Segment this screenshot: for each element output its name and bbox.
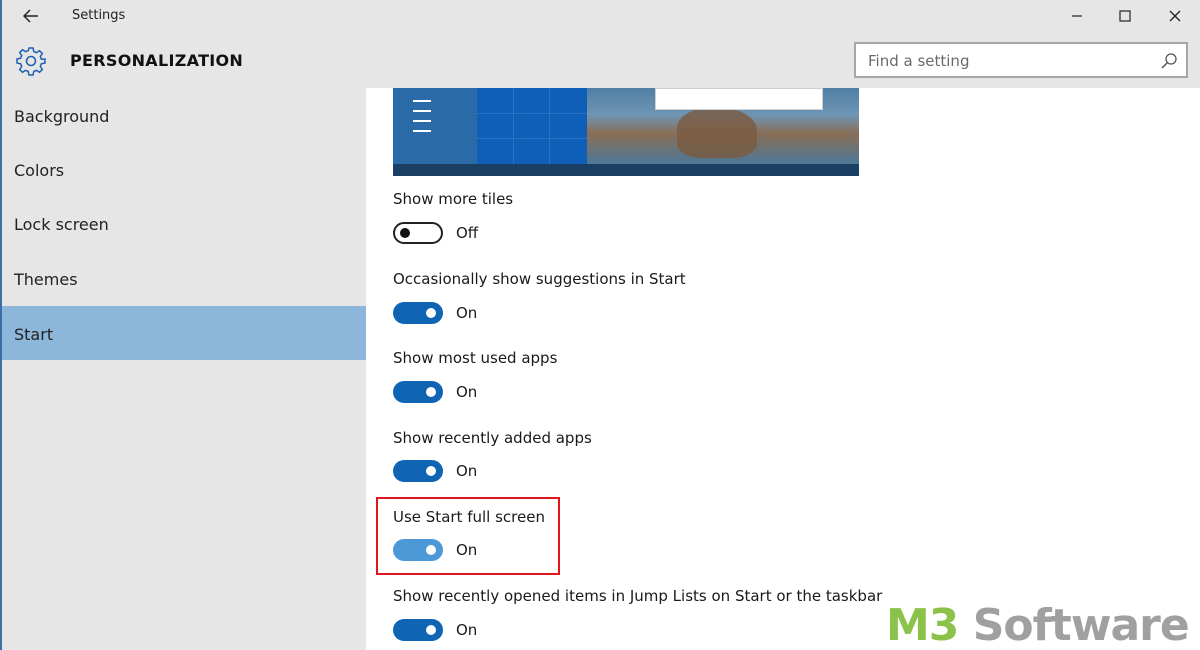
sidebar-item-background[interactable]: Background [2,88,366,142]
settings-content: Show more tiles Off Occasionally show su… [366,88,1200,650]
close-icon [1169,10,1181,22]
suggestions-toggle[interactable] [393,302,443,324]
preview-start-pane [393,88,477,164]
watermark-software: Software [958,600,1190,650]
jump-lists-toggle[interactable] [393,619,443,641]
back-button[interactable] [16,4,46,28]
start-preview-image [393,88,859,176]
setting-recently-added-label: Show recently added apps [393,429,592,447]
settings-window: Settings PERSONALIZATION Find a setting … [0,0,1200,650]
setting-show-more-tiles-label: Show more tiles [393,190,514,208]
sidebar-item-themes[interactable]: Themes [2,251,366,305]
setting-jump-lists-label: Show recently opened items in Jump Lists… [393,587,883,605]
search-placeholder: Find a setting [868,52,970,70]
maximize-button[interactable] [1100,0,1150,32]
close-button[interactable] [1150,0,1200,32]
hamburger-icon [413,100,431,102]
toggle-state: On [456,541,478,559]
app-title: Settings [72,8,126,23]
maximize-icon [1119,10,1131,22]
sidebar: Background Colors Lock screen Themes Sta… [2,88,366,650]
toggle-state: On [456,304,478,322]
watermark-logo: M3 Software [886,600,1190,650]
watermark-m3: M3 [886,600,959,650]
search-input[interactable]: Find a setting [854,42,1188,78]
setting-full-screen-label: Use Start full screen [393,508,545,526]
toggle-state: On [456,462,478,480]
setting-most-used-label: Show most used apps [393,349,558,367]
sidebar-item-lock-screen[interactable]: Lock screen [2,196,366,250]
search-icon[interactable] [1160,52,1178,70]
most-used-apps-toggle[interactable] [393,381,443,403]
sidebar-item-colors[interactable]: Colors [2,142,366,196]
back-arrow-icon [23,9,38,23]
toggle-state: Off [456,224,479,242]
page-title: PERSONALIZATION [70,51,244,70]
setting-suggestions-label: Occasionally show suggestions in Start [393,270,686,288]
sidebar-item-start[interactable]: Start [2,306,366,360]
toggle-state: On [456,383,478,401]
preview-wallpaper [587,88,859,164]
toggle-state: On [456,621,478,639]
preview-taskbar [393,164,859,176]
minimize-button[interactable] [1052,0,1102,32]
recently-added-apps-toggle[interactable] [393,460,443,482]
page-header: PERSONALIZATION Find a setting [2,32,1200,88]
sidebar-item-label: Lock screen [14,215,109,234]
start-full-screen-toggle[interactable] [393,539,443,561]
gear-icon [16,47,46,76]
show-more-tiles-toggle[interactable] [393,222,443,244]
minimize-icon [1072,15,1082,17]
sidebar-item-label: Start [14,325,54,344]
sidebar-item-label: Themes [14,270,78,289]
sidebar-item-label: Colors [14,161,65,180]
title-bar: Settings [2,0,1200,32]
sidebar-item-label: Background [14,107,110,126]
preview-tiles [477,88,587,164]
